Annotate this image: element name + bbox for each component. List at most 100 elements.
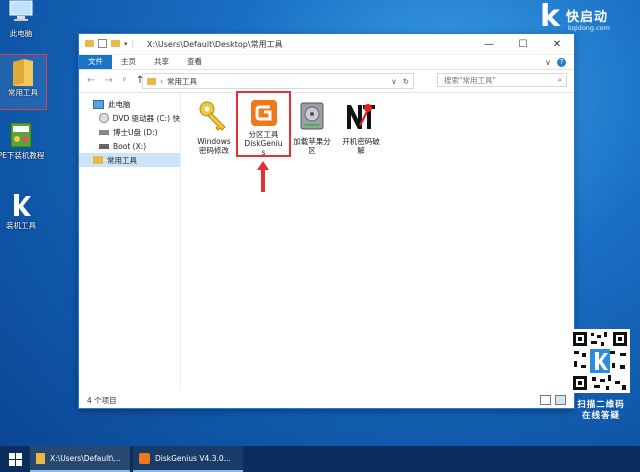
nav-item-dvd-drive[interactable]: DVD 驱动器 (C:) 快: [79, 111, 180, 125]
window-controls: — ☐ ✕: [472, 34, 574, 54]
book-icon: [8, 122, 34, 148]
desktop-icon-pe-tutorial[interactable]: PE下装机教程: [0, 122, 46, 160]
desktop-icon-this-pc[interactable]: 此电脑: [0, 0, 44, 38]
qr-caption-line1: 扫描二维码: [577, 400, 625, 410]
tab-file[interactable]: 文件: [79, 55, 112, 69]
file-item-diskgenius[interactable]: 分区工具 DiskGeniu s: [236, 91, 291, 157]
tab-home[interactable]: 主页: [112, 55, 145, 69]
folder-icon: [36, 452, 45, 464]
nav-item-label: DVD 驱动器 (C:) 快: [112, 113, 180, 123]
file-item-windows-password[interactable]: Windows 密码修改: [189, 99, 239, 155]
file-name-line1: 加载苹果分: [293, 137, 331, 146]
ribbon-right: ∨ ?: [545, 55, 574, 69]
file-name-line1: Windows: [197, 137, 231, 146]
file-name-line2: 解: [357, 146, 365, 155]
explorer-window: ▾ | X:\Users\Default\Desktop\常用工具 — ☐ ✕ …: [79, 34, 574, 408]
nav-item-common-tools[interactable]: 常用工具: [79, 153, 180, 167]
details-view-icon[interactable]: [540, 395, 551, 405]
drive-icon: [99, 143, 109, 149]
taskbar-item-explorer[interactable]: X:\Users\Default\...: [30, 446, 130, 472]
nav-item-boot-drive[interactable]: Boot (X:): [79, 139, 180, 153]
start-button[interactable]: [0, 446, 30, 472]
key-icon: [197, 99, 231, 133]
minimize-button[interactable]: —: [472, 34, 506, 54]
desktop-icon-common-tools[interactable]: 常用工具: [0, 54, 47, 110]
brand-letter: k: [540, 0, 560, 34]
desktop-icon-label: PE下装机教程: [0, 151, 45, 160]
search-icon[interactable]: ⌕: [558, 75, 562, 85]
file-name-line2: DiskGeniu: [244, 139, 283, 148]
address-controls: ∨ ↻: [391, 77, 413, 86]
file-name-line3: s: [261, 148, 266, 157]
drive-icon: [99, 129, 109, 135]
status-bar: 4 个项目: [79, 391, 574, 408]
folder-icon: [147, 77, 156, 85]
annotation-arrow-icon: [257, 161, 269, 192]
nav-item-label: 博士U盘 (D:): [113, 127, 158, 137]
desktop-icon-install-tool[interactable]: 装机工具: [0, 192, 44, 230]
expand-ribbon-icon[interactable]: ∨: [545, 58, 551, 67]
maximize-button[interactable]: ☐: [506, 34, 540, 54]
file-name-line1: 开机密码破: [342, 137, 380, 146]
windows-logo-icon: [8, 452, 22, 466]
k-logo-icon: [8, 192, 34, 218]
tab-share[interactable]: 共享: [145, 55, 178, 69]
desktop-icon-label: 装机工具: [6, 221, 36, 230]
search-input[interactable]: 搜索"常用工具" ⌕: [437, 73, 567, 87]
taskbar: X:\Users\Default\... DiskGenius V4.3.0..…: [0, 446, 640, 472]
disc-icon: [99, 113, 109, 123]
nt-key-icon: [344, 99, 378, 133]
taskbar-item-diskgenius[interactable]: DiskGenius V4.3.0...: [133, 446, 243, 472]
search-placeholder: 搜索"常用工具": [444, 75, 496, 85]
recent-dropdown-icon[interactable]: ∨: [122, 75, 127, 86]
dropdown-icon[interactable]: ▾: [124, 40, 128, 48]
new-folder-icon[interactable]: [111, 40, 120, 47]
chevron-down-icon[interactable]: ∨: [391, 77, 397, 86]
nav-item-label: 常用工具: [107, 155, 137, 165]
file-name-line2: 区: [308, 146, 316, 155]
file-name-line1: 分区工具: [248, 130, 279, 139]
desktop-icon-label: 常用工具: [8, 88, 38, 97]
tab-view[interactable]: 查看: [178, 55, 211, 69]
diskgenius-icon: [250, 99, 278, 127]
nav-item-label: Boot (X:): [113, 141, 147, 151]
computer-icon: [8, 0, 34, 26]
breadcrumb[interactable]: 常用工具: [167, 76, 197, 87]
taskbar-item-label: DiskGenius V4.3.0...: [155, 453, 231, 463]
nav-item-this-pc[interactable]: 此电脑: [79, 97, 180, 111]
navigation-pane: 此电脑 DVD 驱动器 (C:) 快 博士U盘 (D:) Boot (X:) 常…: [79, 93, 181, 389]
checkbox-icon[interactable]: [98, 39, 107, 48]
back-arrow-icon[interactable]: ←: [87, 75, 95, 86]
refresh-icon[interactable]: ↻: [403, 77, 409, 86]
file-item-apple-partition[interactable]: 加载苹果分 区: [287, 99, 337, 155]
quick-access-toolbar: ▾ |: [85, 39, 134, 48]
navigation-buttons: ← → ∨ ↑: [87, 75, 144, 86]
computer-icon: [93, 99, 104, 109]
nav-item-usb-drive[interactable]: 博士U盘 (D:): [79, 125, 180, 139]
address-bar-row: ← → ∨ ↑ › 常用工具 ∨ ↻ 搜索"常用工具" ⌕: [79, 70, 574, 93]
file-name-line2: 密码修改: [199, 146, 229, 155]
forward-arrow-icon[interactable]: →: [104, 75, 112, 86]
close-button[interactable]: ✕: [540, 34, 574, 54]
folder-icon: [93, 156, 103, 164]
desktop-icon-label: 此电脑: [9, 29, 33, 38]
brand-name: 快启动: [566, 10, 609, 25]
nav-item-label: 此电脑: [108, 99, 131, 109]
diskgenius-icon: [139, 452, 150, 464]
qr-code: [570, 329, 630, 393]
title-bar: ▾ | X:\Users\Default\Desktop\常用工具 — ☐ ✕: [79, 34, 574, 55]
chevron-right-icon[interactable]: ›: [160, 77, 163, 86]
window-title: X:\Users\Default\Desktop\常用工具: [147, 40, 283, 49]
file-item-boot-password-crack[interactable]: 开机密码破 解: [336, 99, 386, 155]
hard-drive-icon: [295, 99, 329, 133]
address-bar[interactable]: › 常用工具 ∨ ↻: [142, 73, 414, 89]
brand-logo: k 快启动 kqidong.com: [540, 2, 632, 36]
help-icon[interactable]: ?: [557, 57, 566, 67]
brand-url: kqidong.com: [568, 24, 610, 32]
qr-caption-line2: 在线答疑: [581, 411, 620, 421]
file-list: Windows 密码修改 分区工具 DiskGeniu s 加载苹果分 区 开机…: [181, 91, 574, 389]
taskbar-item-label: X:\Users\Default\...: [50, 453, 121, 463]
folder-icon: [10, 59, 36, 86]
item-count: 4 个项目: [87, 396, 117, 405]
folder-icon: [85, 40, 94, 47]
